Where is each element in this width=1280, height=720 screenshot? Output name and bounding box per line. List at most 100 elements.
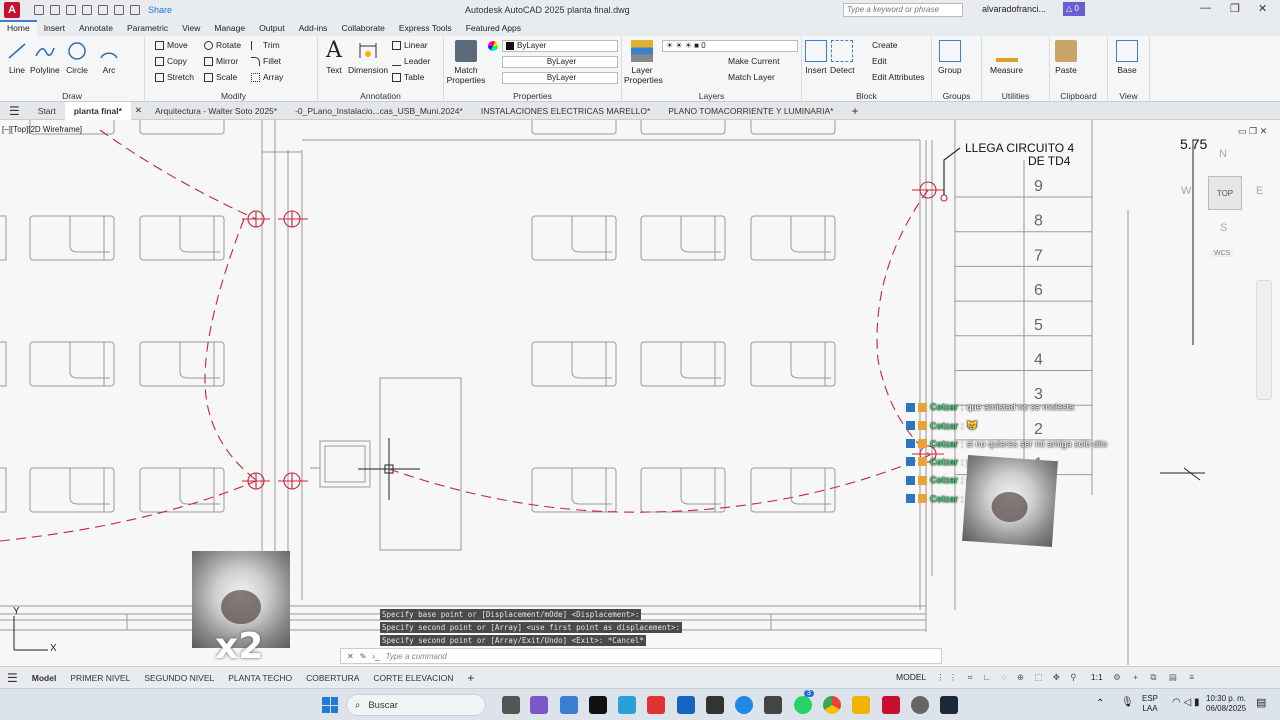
tiktok-icon[interactable] (589, 696, 607, 714)
seat-block-partial[interactable] (0, 341, 7, 387)
fillet-tool[interactable]: Fillet (251, 56, 281, 66)
notification-center-icon[interactable]: ▤ (1256, 698, 1266, 709)
document-tab[interactable]: -0_PLano_Instalacio...cas_USB_Muni.2024* (286, 106, 472, 116)
match-properties-tool[interactable]: Match Properties (446, 40, 486, 85)
seat-block-partial[interactable] (139, 120, 225, 135)
seat-block-partial[interactable] (0, 467, 7, 513)
edit-attributes-tool[interactable]: Edit Attributes (872, 72, 924, 82)
taskbar-search[interactable]: ⌕ Buscar (346, 694, 486, 716)
navigation-bar[interactable] (1256, 280, 1272, 400)
seat-block[interactable] (640, 215, 726, 261)
stair-number[interactable]: 3 (1034, 386, 1043, 403)
utilities-panel-title[interactable]: Utilities (982, 91, 1049, 101)
file-explorer-icon[interactable] (852, 696, 870, 714)
circle-tool[interactable]: Circle (66, 40, 88, 75)
stretch-tool[interactable]: Stretch (155, 72, 194, 82)
document-tab[interactable]: Arquitectura - Walter Soto 2025* (146, 106, 286, 116)
dimension-value-text[interactable]: 5.75 (1180, 136, 1207, 152)
color-dropdown[interactable]: ByLayer (502, 40, 618, 52)
language-indicator[interactable]: ESP LAA (1142, 694, 1158, 714)
lineweight-dropdown[interactable]: ByLayer (502, 72, 618, 84)
insert-tool[interactable]: Insert (805, 40, 827, 75)
seat-block[interactable] (531, 215, 617, 261)
draw-panel-title[interactable]: Draw (0, 91, 144, 101)
stair-number[interactable]: 7 (1034, 247, 1043, 264)
viewcube-west[interactable]: W (1181, 185, 1191, 197)
store-icon[interactable] (560, 696, 578, 714)
layer-dropdown[interactable]: ☀ ☀ ☀ ■ 0 (662, 40, 798, 52)
circuit-annotation-line2[interactable]: DE TD4 (1028, 154, 1071, 168)
viewcube-north[interactable]: N (1219, 148, 1227, 160)
rotate-tool[interactable]: Rotate (204, 40, 241, 50)
seat-block-partial[interactable] (750, 120, 836, 135)
trim-tool[interactable]: Trim (251, 40, 280, 50)
layers-panel-title[interactable]: Layers (622, 91, 801, 101)
seat-block[interactable] (139, 467, 225, 513)
ribbon-tab-parametric[interactable]: Parametric (120, 20, 175, 36)
ribbon-tab-insert[interactable]: Insert (37, 20, 72, 36)
stair-number[interactable]: 9 (1034, 178, 1043, 195)
close-tab-icon[interactable]: ✕ (131, 105, 146, 116)
match-layer-tool[interactable]: Match Layer (728, 72, 775, 82)
scale-tool[interactable]: Scale (204, 72, 237, 82)
open-file-icon[interactable] (50, 5, 60, 15)
document-tab[interactable]: INSTALACIONES ELECTRICAS MARELLO* (472, 106, 659, 116)
clipboard-panel-title[interactable]: Clipboard (1050, 91, 1107, 101)
detect-tool[interactable]: Detect (830, 40, 855, 75)
document-tab[interactable]: planta final* (64, 101, 131, 120)
autocad-logo-icon[interactable]: A (4, 2, 20, 18)
edge-icon[interactable] (735, 696, 753, 714)
measure-tool[interactable]: Measure (990, 40, 1023, 75)
linetype-dropdown[interactable]: ByLayer (502, 56, 618, 68)
notifications-badge[interactable]: △ 0 (1063, 2, 1085, 16)
ribbon-tab-view[interactable]: View (175, 20, 207, 36)
seat-block[interactable] (531, 467, 617, 513)
copy-tool[interactable]: Copy (155, 56, 187, 66)
ribbon-tab-home[interactable]: Home (0, 20, 37, 36)
settings-icon[interactable] (764, 696, 782, 714)
file-icon[interactable] (706, 696, 724, 714)
text-tool[interactable]: A Text (323, 40, 345, 76)
chrome-icon[interactable] (823, 696, 841, 714)
undo-icon[interactable] (114, 5, 124, 15)
layout-tab[interactable]: PRIMER NIVEL (63, 673, 137, 683)
document-tab[interactable]: PLANO TOMACORRIENTE Y LUMINARIA* (659, 106, 842, 116)
viewport-controls[interactable]: [–][Top][2D Wireframe] (2, 125, 82, 134)
seat-block[interactable] (750, 467, 836, 513)
clock[interactable]: 10:30 p. m. 06/08/2025 (1206, 694, 1246, 714)
minimize-icon[interactable]: — (1200, 2, 1211, 14)
wifi-sound-battery-icons[interactable]: ◠ ◁ ▮ (1172, 698, 1199, 708)
microphone-icon[interactable]: 🎙 (1121, 698, 1134, 708)
paste-tool[interactable]: Paste (1055, 40, 1077, 75)
drafting-tools-icons[interactable]: ⋮⋮ ⌗ ∟ ◌ ⊕ ⬚ ✥ ⚲ (936, 672, 1080, 682)
close-icon[interactable]: ✕ (1258, 2, 1267, 15)
new-file-icon[interactable] (34, 5, 44, 15)
dimension-tool[interactable]: Dimension (348, 40, 388, 75)
layout-tab[interactable]: CORTE ELEVACION (366, 673, 460, 683)
create-block-tool[interactable]: Create (872, 40, 898, 50)
ribbon-tab-express-tools[interactable]: Express Tools (392, 20, 459, 36)
redo-icon[interactable] (130, 5, 140, 15)
polyline-tool[interactable]: Polyline (30, 40, 60, 75)
line-tool[interactable]: Line (6, 40, 28, 75)
layout-tab[interactable]: COBERTURA (299, 673, 366, 683)
command-input[interactable]: Type a command (386, 652, 447, 661)
ribbon-tab-output[interactable]: Output (252, 20, 292, 36)
command-line[interactable]: ✕ ✎ ›_ Type a command (340, 648, 942, 664)
annotation-panel-title[interactable]: Annotation (318, 91, 443, 101)
new-tab-icon[interactable]: + (842, 104, 867, 118)
whatsapp-icon[interactable]: 3 (794, 690, 814, 714)
seat-block-partial[interactable] (531, 120, 617, 135)
stair-number[interactable]: 4 (1034, 352, 1043, 369)
obs-icon[interactable] (911, 696, 929, 714)
seat-block[interactable] (750, 341, 836, 387)
wcs-dropdown[interactable]: WCS (1211, 250, 1234, 257)
block-panel-title[interactable]: Block (802, 91, 931, 101)
base-view-tool[interactable]: Base (1116, 40, 1138, 75)
document-tab[interactable]: Start (29, 106, 65, 116)
array-tool[interactable]: Array (251, 72, 283, 82)
stair-number[interactable]: 5 (1034, 317, 1043, 334)
make-current-tool[interactable]: Make Current (728, 56, 780, 66)
share-button[interactable]: Share (148, 5, 172, 15)
ribbon-tab-collaborate[interactable]: Collaborate (334, 20, 391, 36)
